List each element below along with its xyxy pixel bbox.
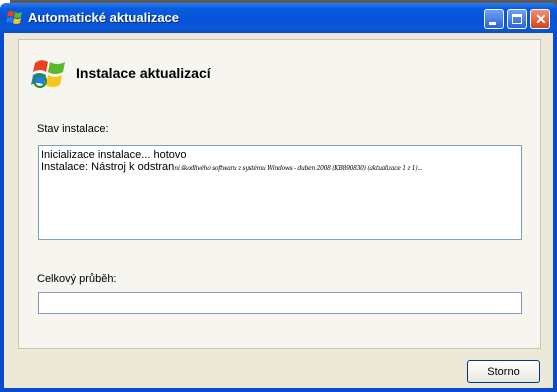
window-title: Automatické aktualizace [28, 10, 180, 25]
windows-flag-icon [31, 57, 67, 91]
log-line: Inicializace instalace... hotovo [41, 149, 187, 161]
install-status-log[interactable]: Inicializace instalace... hotovo Instala… [38, 145, 522, 240]
minimize-button[interactable] [484, 9, 504, 29]
update-dialog: Automatické aktualizace ✕ Instalace aktu… [0, 3, 557, 392]
window-frame: Instalace aktualizací Stav instalace: In… [0, 33, 557, 392]
title-bar[interactable]: Automatické aktualizace ✕ [0, 3, 557, 33]
minimize-icon [489, 22, 496, 25]
close-button[interactable]: ✕ [530, 9, 550, 29]
maximize-icon [512, 14, 522, 24]
close-icon: ✕ [535, 11, 547, 27]
garbled-log-text: ní škodlivého softwaru z systému Windows… [174, 165, 423, 172]
total-progress-bar [38, 292, 522, 314]
dialog-client-area: Instalace aktualizací Stav instalace: In… [4, 33, 553, 388]
maximize-button[interactable] [507, 9, 527, 29]
windows-update-icon [6, 9, 23, 26]
cancel-button[interactable]: Storno [467, 360, 540, 383]
content-panel: Instalace aktualizací Stav instalace: In… [18, 39, 541, 349]
install-status-label: Stav instalace: [37, 123, 109, 135]
log-line: Instalace: Nástroj k odstranní škodlivéh… [41, 161, 519, 175]
log-line-text: Instalace: Nástroj k odstran [41, 161, 175, 173]
total-progress-label: Celkový průběh: [37, 273, 117, 285]
page-title: Instalace aktualizací [76, 65, 211, 81]
